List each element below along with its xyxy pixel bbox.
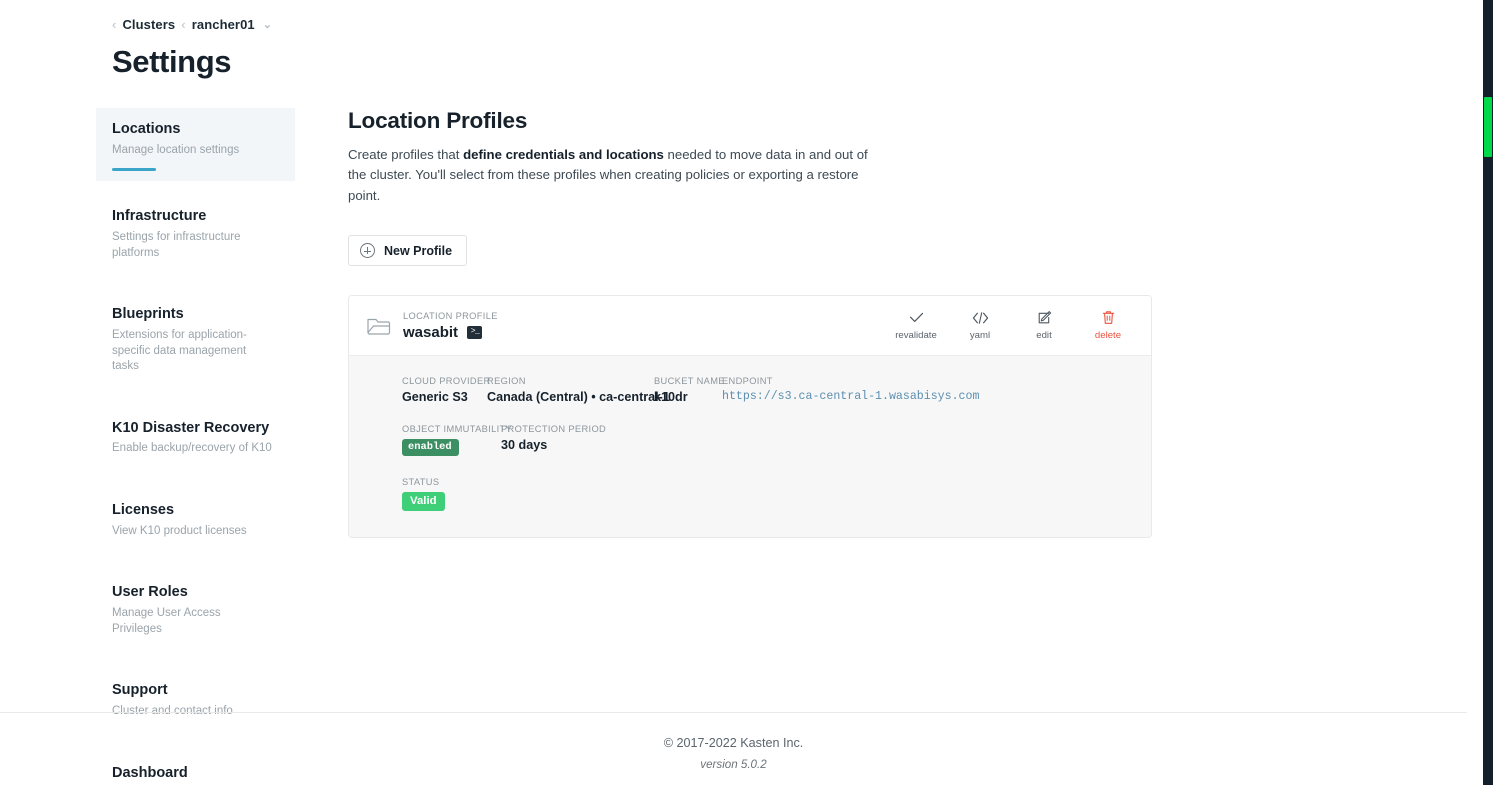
field-protection-period: PROTECTION PERIOD 30 days	[501, 424, 606, 455]
sidebar-item-infrastructure[interactable]: Infrastructure Settings for infrastructu…	[96, 195, 295, 271]
footer: © 2017-2022 Kasten Inc. version 5.0.2	[0, 712, 1467, 771]
sidebar-item-desc: Manage User Access Privileges	[112, 607, 221, 635]
field-object-immutability: OBJECT IMMUTABILITY enabled	[402, 424, 513, 456]
breadcrumb: ‹ Clusters ‹ rancher01 ⌄	[112, 17, 272, 32]
scrollbar-thumb[interactable]	[1484, 97, 1492, 157]
profile-name-row: wasabit >_	[403, 324, 895, 341]
field-row-3: STATUS Valid	[402, 476, 1151, 512]
field-label: STATUS	[402, 476, 440, 487]
settings-sidebar: Locations Manage location settings Infra…	[96, 108, 295, 785]
footer-version: version 5.0.2	[700, 758, 767, 771]
field-cloud-provider: CLOUD PROVIDER Generic S3	[402, 376, 491, 405]
plus-circle-icon	[360, 243, 375, 259]
sidebar-item-label: User Roles	[112, 584, 188, 601]
field-status: STATUS Valid	[402, 476, 1151, 512]
yaml-label: yaml	[969, 330, 991, 342]
revalidate-button[interactable]: revalidate	[895, 310, 937, 341]
footer-copyright: © 2017-2022 Kasten Inc.	[663, 736, 804, 750]
new-profile-button[interactable]: New Profile	[348, 235, 468, 267]
sidebar-item-label: K10 Disaster Recovery	[112, 419, 270, 436]
card-actions: revalidate yaml edit delete	[895, 310, 1135, 341]
sidebar-item-label: Infrastructure	[112, 208, 207, 225]
field-bucket-name: BUCKET NAME k10dr	[654, 376, 725, 405]
card-header: LOCATION PROFILE wasabit >_ revalidate y…	[349, 296, 1151, 357]
endpoint-link[interactable]: https://s3.ca-central-1.wasabisys.com	[722, 390, 979, 403]
breadcrumb-item-clusters[interactable]: Clusters	[122, 17, 175, 32]
field-label: ENDPOINT	[722, 376, 773, 387]
yaml-button[interactable]: yaml	[959, 310, 1001, 341]
field-endpoint: ENDPOINT https://s3.ca-central-1.wasabis…	[722, 376, 979, 404]
card-kicker: LOCATION PROFILE	[403, 310, 498, 321]
sidebar-item-label: Blueprints	[112, 306, 184, 323]
card-body: CLOUD PROVIDER Generic S3 REGION Canada …	[349, 356, 1151, 538]
main-content: Location Profiles Create profiles that d…	[348, 108, 1188, 539]
breadcrumb-item-rancher01[interactable]: rancher01	[192, 17, 255, 32]
sidebar-item-label: Support	[112, 682, 168, 699]
terminal-icon[interactable]: >_	[467, 325, 483, 339]
sidebar-item-desc: Settings for infrastructure platforms	[112, 231, 241, 259]
chevron-down-icon[interactable]: ⌄	[263, 18, 272, 31]
sidebar-item-desc: Extensions for application-specific data…	[112, 329, 247, 373]
sidebar-item-user-roles[interactable]: User Roles Manage User Access Privileges	[96, 571, 295, 647]
desc-emphasis: define credentials and locations	[463, 147, 664, 162]
edit-button[interactable]: edit	[1023, 310, 1065, 341]
field-region: REGION Canada (Central) • ca-central-1	[487, 376, 670, 405]
section-title: Location Profiles	[348, 108, 528, 133]
folder-icon	[366, 314, 392, 338]
chevron-left-icon-2: ‹	[181, 17, 186, 32]
sidebar-item-licenses[interactable]: Licenses View K10 product licenses	[96, 489, 295, 549]
settings-page: ‹ Clusters ‹ rancher01 ⌄ Settings Locati…	[0, 0, 1493, 785]
delete-button[interactable]: delete	[1087, 310, 1129, 341]
field-label: REGION	[487, 376, 526, 387]
sidebar-item-desc: View K10 product licenses	[112, 524, 247, 537]
field-label: PROTECTION PERIOD	[501, 424, 607, 435]
field-row-2: OBJECT IMMUTABILITY enabled PROTECTION P…	[402, 424, 1151, 456]
sidebar-item-desc: Manage location settings	[112, 143, 240, 156]
field-value: Generic S3	[402, 390, 468, 405]
immutability-badge: enabled	[402, 439, 459, 456]
sidebar-item-blueprints[interactable]: Blueprints Extensions for application-sp…	[96, 293, 295, 384]
active-indicator	[112, 168, 156, 172]
pencil-icon	[1037, 310, 1052, 325]
field-label: OBJECT IMMUTABILITY	[402, 424, 513, 435]
sidebar-item-label: Locations	[112, 121, 181, 137]
section-description: Create profiles that define credentials …	[348, 145, 883, 206]
sidebar-item-locations[interactable]: Locations Manage location settings	[96, 108, 295, 182]
revalidate-label: revalidate	[895, 330, 937, 342]
edit-label: edit	[1036, 330, 1052, 342]
field-label: CLOUD PROVIDER	[402, 376, 491, 387]
field-value: 30 days	[501, 438, 548, 453]
desc-part1: Create profiles that	[348, 147, 464, 162]
code-icon	[972, 310, 989, 325]
scrollbar-track[interactable]	[1483, 0, 1493, 785]
status-badge: Valid	[402, 491, 445, 512]
field-value: k10dr	[654, 390, 688, 405]
field-label: BUCKET NAME	[654, 376, 725, 387]
chevron-left-icon: ‹	[112, 17, 117, 32]
delete-label: delete	[1094, 330, 1122, 342]
check-icon	[909, 310, 924, 325]
location-profile-card: LOCATION PROFILE wasabit >_ revalidate y…	[348, 295, 1152, 539]
sidebar-item-label: Licenses	[112, 501, 175, 518]
new-profile-label: New Profile	[384, 243, 453, 258]
sidebar-item-k10-disaster-recovery[interactable]: K10 Disaster Recovery Enable backup/reco…	[96, 407, 295, 467]
field-row-1: CLOUD PROVIDER Generic S3 REGION Canada …	[402, 376, 1151, 404]
card-header-text: LOCATION PROFILE wasabit >_	[403, 311, 895, 341]
sidebar-item-desc: Enable backup/recovery of K10	[112, 442, 272, 455]
trash-icon	[1102, 310, 1115, 325]
profile-name: wasabit	[403, 323, 459, 341]
field-value: Canada (Central) • ca-central-1	[487, 390, 670, 405]
page-title: Settings	[112, 44, 232, 79]
